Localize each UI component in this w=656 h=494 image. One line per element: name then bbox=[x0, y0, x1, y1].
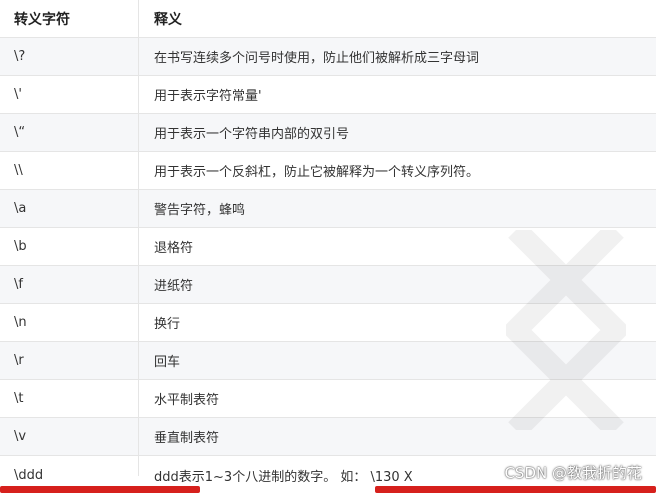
meaning-cell: 在书写连续多个问号时使用，防止他们被解析成三字母词 bbox=[154, 51, 480, 66]
csdn-watermark: CSDN @教我折的花 bbox=[504, 464, 642, 482]
escape-cell: \f bbox=[14, 277, 23, 292]
escape-cell: \t bbox=[14, 391, 24, 406]
escape-cell: \\ bbox=[14, 163, 23, 178]
subtitle-fragment bbox=[0, 486, 200, 493]
table-header-row: 转义字符 释义 bbox=[0, 0, 656, 38]
table-row: \? 在书写连续多个问号时使用，防止他们被解析成三字母词 bbox=[0, 38, 656, 76]
escape-cell: \b bbox=[14, 239, 27, 254]
header-meaning: 释义 bbox=[154, 11, 182, 28]
escape-cell: \? bbox=[14, 49, 26, 64]
header-escape-char: 转义字符 bbox=[14, 11, 70, 28]
meaning-cell: 用于表示一个字符串内部的双引号 bbox=[154, 127, 350, 142]
meaning-cell: 用于表示字符常量' bbox=[154, 89, 262, 104]
escape-cell: \“ bbox=[14, 125, 26, 140]
column-divider bbox=[138, 0, 139, 476]
table-row: \a 警告字符，蜂鸣 bbox=[0, 190, 656, 228]
subtitle-fragment bbox=[375, 486, 656, 493]
meaning-cell: 用于表示一个反斜杠，防止它被解释为一个转义序列符。 bbox=[154, 165, 480, 180]
background-watermark-icon bbox=[506, 230, 626, 430]
escape-cell: \r bbox=[14, 353, 24, 368]
table-row: \\ 用于表示一个反斜杠，防止它被解释为一个转义序列符。 bbox=[0, 152, 656, 190]
video-subtitle-strip bbox=[0, 484, 656, 493]
meaning-cell: 警告字符，蜂鸣 bbox=[154, 203, 246, 218]
table-row: \' 用于表示字符常量' bbox=[0, 76, 656, 114]
table-row: \“ 用于表示一个字符串内部的双引号 bbox=[0, 114, 656, 152]
escape-cell: \v bbox=[14, 429, 27, 444]
escape-cell: \a bbox=[14, 201, 27, 216]
escape-cell: \n bbox=[14, 315, 27, 330]
escape-cell: \' bbox=[14, 87, 22, 102]
